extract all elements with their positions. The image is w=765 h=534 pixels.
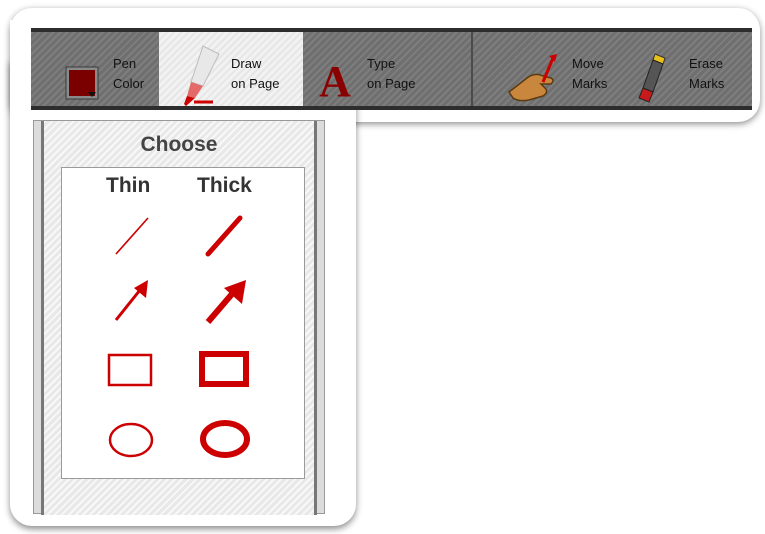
pen-color-label-2: Color [113,76,145,91]
toolbar-separator [471,32,473,106]
thin-line-option[interactable] [110,212,154,260]
thin-ellipse-option[interactable] [106,420,156,460]
draw-on-page-button[interactable]: Draw on Page [159,32,303,106]
draw-on-page-label-2: on Page [231,76,280,91]
erase-marks-label-1: Erase [689,56,723,71]
thick-line-option[interactable] [202,212,246,260]
erase-marks-label-2: Marks [689,76,725,91]
drawing-toolbar: Pen Color Draw on Page A Type on Page Mo… [31,28,752,110]
choose-panel-inner: Choose Thin Thick [41,121,317,515]
move-marks-label-1: Move [572,56,604,71]
shape-options-box: Thin Thick [61,167,305,479]
thick-ellipse-option[interactable] [198,418,252,460]
thin-column-header: Thin [106,174,151,197]
thick-rectangle-option[interactable] [198,350,250,388]
thick-column-header: Thick [197,174,252,197]
letter-a-icon: A [319,60,351,100]
type-on-page-label-1: Type [367,56,396,71]
color-swatch-icon [65,66,99,100]
pen-color-label-1: Pen [113,56,137,71]
eraser-icon [638,53,666,103]
thin-arrow-option[interactable] [110,276,154,324]
svg-text:A: A [319,60,351,100]
choose-title: Choose [140,133,218,156]
type-on-page-label-2: on Page [367,76,416,91]
type-on-page-button[interactable]: A Type on Page [311,32,451,106]
marker-icon [184,45,220,106]
move-marks-label-2: Marks [572,76,608,91]
choose-panel: Choose Thin Thick [33,120,325,515]
thick-arrow-option[interactable] [202,276,252,326]
thin-rectangle-option[interactable] [106,352,154,388]
draw-on-page-label-1: Draw [231,56,262,71]
erase-marks-button[interactable]: Erase Marks [631,32,752,106]
hand-move-icon [507,54,557,102]
move-marks-button[interactable]: Move Marks [501,32,625,106]
pen-color-button[interactable]: Pen Color [31,32,157,106]
